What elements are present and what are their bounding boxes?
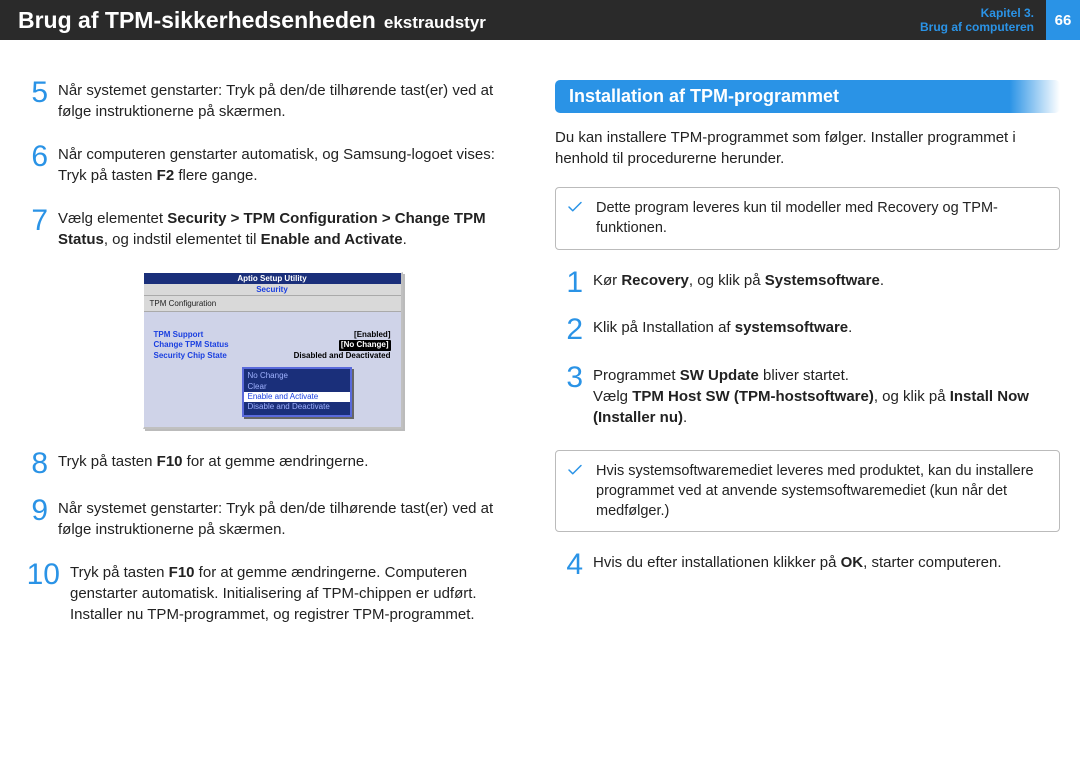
step-10: 10 Tryk på tasten F10 for at gemme ændri… — [20, 562, 525, 625]
step-number: 3 — [555, 365, 583, 428]
bios-row-label: Security Chip State — [154, 351, 227, 361]
page-number-badge: 66 — [1046, 0, 1080, 40]
step-text: Når systemet genstarter: Tryk på den/de … — [58, 498, 525, 540]
step-number: 4 — [555, 552, 583, 578]
right-column: Installation af TPM-programmet Du kan in… — [555, 80, 1060, 647]
bios-row-tpm-support: TPM Support Enabled — [152, 330, 393, 340]
chapter-line-2: Brug af computeren — [920, 20, 1034, 34]
step-number: 10 — [20, 562, 60, 625]
step-number: 5 — [20, 80, 48, 122]
note-box-mid: Hvis systemsoftwaremediet leveres med pr… — [555, 450, 1060, 533]
note-icon — [566, 198, 584, 223]
step-number: 7 — [20, 208, 48, 250]
step-text: Hvis du efter installationen klikker på … — [593, 552, 1002, 578]
right-step-3: 3 Programmet SW Update bliver startet.Væ… — [555, 365, 1060, 428]
step-text: Når computeren genstarter automatisk, og… — [58, 144, 525, 186]
bios-popup: No Change Clear Enable and Activate Disa… — [242, 367, 352, 417]
step-number: 6 — [20, 144, 48, 186]
bios-titlebar: Aptio Setup Utility — [144, 273, 401, 284]
bios-row-change-tpm-status: Change TPM Status No Change — [152, 340, 393, 350]
bios-popup-option: No Change — [244, 371, 350, 381]
bios-row-security-chip-state: Security Chip State Disabled and Deactiv… — [152, 351, 393, 361]
bios-row-value: Disabled and Deactivated — [294, 351, 391, 361]
header-title: Brug af TPM-sikkerhedsenheden ekstraudst… — [18, 7, 486, 34]
bios-tabbar: Security — [144, 284, 401, 295]
step-6: 6 Når computeren genstarter automatisk, … — [20, 144, 525, 186]
bios-tab-security: Security — [256, 285, 288, 294]
bios-screenshot: Aptio Setup Utility Security TPM Configu… — [143, 272, 403, 429]
step-text: Kør Recovery, og klik på Systemsoftware. — [593, 270, 884, 296]
header-right: Kapitel 3. Brug af computeren 66 — [920, 0, 1080, 40]
right-step-1: 1 Kør Recovery, og klik på Systemsoftwar… — [555, 270, 1060, 296]
section-intro: Du kan installere TPM-programmet som føl… — [555, 127, 1060, 169]
left-column: 5 Når systemet genstarter: Tryk på den/d… — [20, 80, 525, 647]
page-header: Brug af TPM-sikkerhedsenheden ekstraudst… — [0, 0, 1080, 40]
bios-row-value: No Change — [339, 340, 391, 350]
step-5: 5 Når systemet genstarter: Tryk på den/d… — [20, 80, 525, 122]
chapter-line-1: Kapitel 3. — [920, 6, 1034, 20]
step-text: Vælg elementet Security > TPM Configurat… — [58, 208, 525, 250]
step-number: 2 — [555, 317, 583, 343]
content-columns: 5 Når systemet genstarter: Tryk på den/d… — [0, 40, 1080, 657]
bios-row-label: TPM Support — [154, 330, 204, 340]
bios-popup-option-selected: Enable and Activate — [244, 392, 350, 402]
chapter-info: Kapitel 3. Brug af computeren — [920, 6, 1038, 35]
step-text: Tryk på tasten F10 for at gemme ændringe… — [70, 562, 525, 625]
step-7: 7 Vælg elementet Security > TPM Configur… — [20, 208, 525, 250]
bios-row-value: Enabled — [354, 330, 390, 340]
note-text: Dette program leveres kun til modeller m… — [596, 200, 998, 236]
bios-subhead: TPM Configuration — [144, 295, 401, 312]
step-8: 8 Tryk på tasten F10 for at gemme ændrin… — [20, 451, 525, 477]
step-text: Programmet SW Update bliver startet.Vælg… — [593, 365, 1060, 428]
step-text: Når systemet genstarter: Tryk på den/de … — [58, 80, 525, 122]
header-title-main: Brug af TPM-sikkerhedsenheden — [18, 7, 376, 34]
section-heading: Installation af TPM-programmet — [555, 80, 1060, 113]
bios-popup-option: Clear — [244, 382, 350, 392]
bios-area: TPM Support Enabled Change TPM Status No… — [144, 312, 401, 427]
note-text: Hvis systemsoftwaremediet leveres med pr… — [596, 463, 1034, 520]
step-number: 8 — [20, 451, 48, 477]
bios-row-label: Change TPM Status — [154, 340, 229, 350]
step-number: 9 — [20, 498, 48, 540]
right-step-4: 4 Hvis du efter installationen klikker p… — [555, 552, 1060, 578]
step-number: 1 — [555, 270, 583, 296]
step-text: Tryk på tasten F10 for at gemme ændringe… — [58, 451, 368, 477]
right-step-2: 2 Klik på Installation af systemsoftware… — [555, 317, 1060, 343]
note-box-top: Dette program leveres kun til modeller m… — [555, 187, 1060, 250]
header-title-sub: ekstraudstyr — [384, 13, 486, 33]
note-icon — [566, 461, 584, 486]
step-text: Klik på Installation af systemsoftware. — [593, 317, 852, 343]
bios-popup-option: Disable and Deactivate — [244, 402, 350, 412]
step-9: 9 Når systemet genstarter: Tryk på den/d… — [20, 498, 525, 540]
